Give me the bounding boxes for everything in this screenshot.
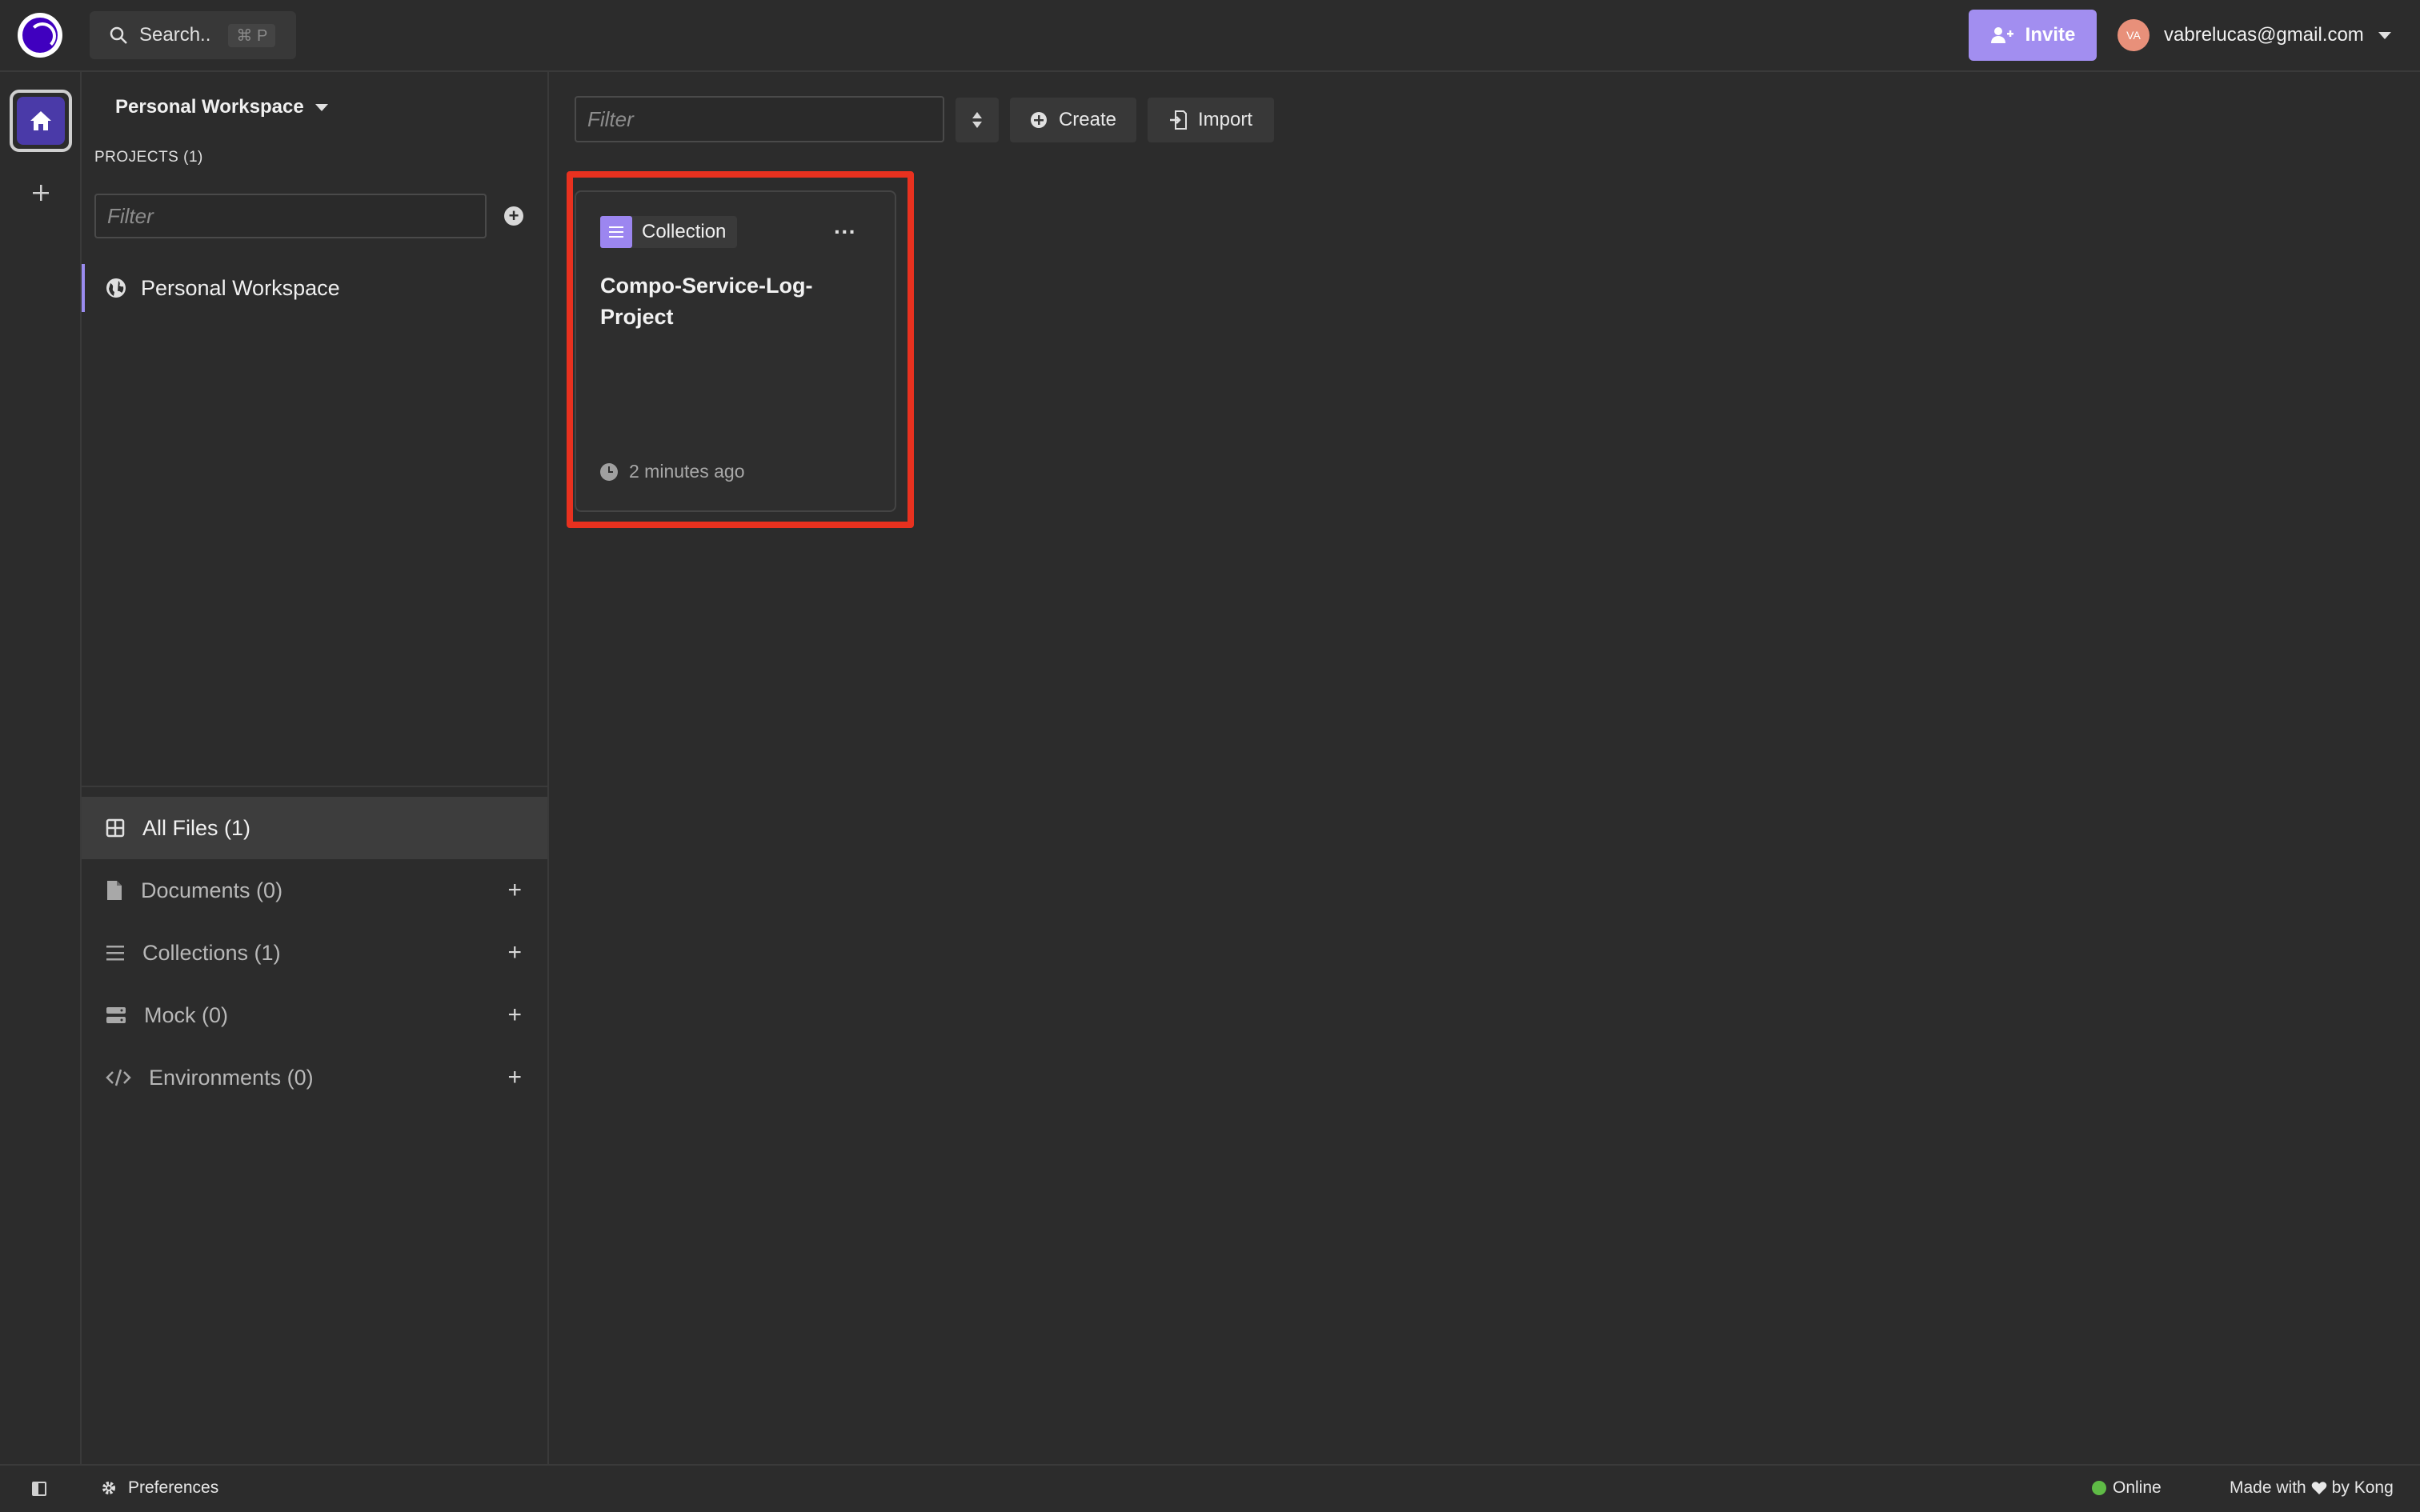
files-filter-input[interactable]: Filter	[575, 96, 944, 142]
add-environment-button[interactable]: +	[507, 1064, 522, 1091]
create-button[interactable]: Create	[1010, 98, 1136, 142]
list-icon	[106, 946, 124, 961]
heart-icon	[2311, 1482, 2327, 1494]
card-type-badge: Collection	[600, 216, 738, 248]
top-bar: Search.. ⌘ P Invite VA vabrelucas@gmail.…	[0, 0, 2420, 72]
made-with-suffix: by Kong	[2331, 1478, 2394, 1497]
nav-all-files[interactable]: All Files (1)	[82, 797, 547, 859]
left-rail	[0, 72, 82, 1464]
plus-circle-icon	[1030, 112, 1047, 128]
nav-label: Mock (0)	[144, 1002, 229, 1027]
preferences-button[interactable]: Preferences	[101, 1478, 218, 1498]
insomnia-logo-icon[interactable]	[18, 13, 62, 58]
sidebar-toggle-icon[interactable]	[32, 1482, 46, 1496]
search-button[interactable]: Search.. ⌘ P	[90, 11, 296, 59]
nav-label: Environments (0)	[149, 1065, 314, 1090]
user-menu[interactable]: VA vabrelucas@gmail.com	[2118, 18, 2391, 53]
add-organization-button[interactable]	[24, 176, 58, 210]
status-bar: Preferences Online Made with by Kong	[0, 1464, 2420, 1512]
divider	[82, 786, 547, 787]
projects-heading: PROJECTS (1)	[94, 149, 203, 166]
avatar: VA	[2118, 19, 2150, 51]
search-label: Search..	[139, 24, 211, 46]
online-status: Online	[2092, 1478, 2162, 1498]
online-dot-icon	[2092, 1481, 2106, 1495]
nav-label: Documents (0)	[141, 878, 283, 902]
project-name: Personal Workspace	[141, 275, 340, 300]
nav-documents[interactable]: Documents (0) +	[82, 859, 547, 922]
search-icon	[110, 26, 127, 44]
card-time-label: 2 minutes ago	[629, 461, 745, 482]
project-filter-input[interactable]: Filter	[94, 194, 487, 238]
nav-label: Collections (1)	[142, 940, 281, 965]
add-mock-button[interactable]: +	[507, 1002, 522, 1029]
home-icon	[30, 111, 51, 130]
sidebar: Personal Workspace PROJECTS (1) Filter +…	[82, 72, 549, 1464]
gear-icon	[102, 1482, 115, 1494]
create-label: Create	[1058, 109, 1117, 130]
card-title: Compo-Service-Log-Project	[600, 274, 813, 329]
more-options-icon[interactable]: ···	[831, 218, 859, 246]
user-email: vabrelucas@gmail.com	[2164, 24, 2364, 46]
collection-card[interactable]: Collection ··· Compo-Service-Log-Project…	[575, 190, 896, 512]
nav-label: All Files (1)	[142, 815, 251, 840]
nav-collections[interactable]: Collections (1) +	[82, 922, 547, 984]
online-label: Online	[2113, 1478, 2162, 1497]
search-shortcut: ⌘ P	[228, 23, 276, 47]
server-icon	[106, 1007, 126, 1023]
import-button[interactable]: Import	[1148, 98, 1274, 142]
plus-icon	[33, 185, 49, 201]
add-user-icon	[1990, 27, 2013, 43]
document-icon	[107, 881, 122, 900]
project-item-personal-workspace[interactable]: Personal Workspace	[82, 264, 547, 312]
code-icon	[106, 1069, 131, 1086]
chevron-down-icon	[2378, 31, 2391, 39]
sort-icon	[972, 112, 982, 128]
made-with-kong-link[interactable]: Made with by Kong	[2230, 1478, 2394, 1498]
nav-environments[interactable]: Environments (0) +	[82, 1046, 547, 1109]
card-type-label: Collection	[642, 221, 727, 242]
nav-mock[interactable]: Mock (0) +	[82, 984, 547, 1046]
preferences-label: Preferences	[128, 1478, 219, 1497]
add-project-button[interactable]: +	[504, 206, 523, 226]
made-with-prefix: Made with	[2230, 1478, 2306, 1497]
workspace-title: Personal Workspace	[115, 96, 304, 118]
card-modified: 2 minutes ago	[600, 461, 744, 482]
import-label: Import	[1197, 109, 1252, 130]
grid-icon	[106, 818, 125, 838]
chevron-down-icon	[315, 103, 328, 111]
home-button[interactable]	[10, 90, 72, 152]
collection-icon	[600, 216, 632, 248]
import-icon	[1169, 110, 1187, 130]
sort-button[interactable]	[956, 98, 999, 142]
globe-icon	[106, 278, 126, 298]
clock-icon	[600, 462, 618, 481]
add-collection-button[interactable]: +	[507, 939, 522, 966]
add-document-button[interactable]: +	[507, 877, 522, 904]
invite-button[interactable]: Invite	[1969, 10, 2097, 61]
workspace-dropdown[interactable]: Personal Workspace	[115, 91, 328, 123]
invite-label: Invite	[2025, 24, 2076, 46]
